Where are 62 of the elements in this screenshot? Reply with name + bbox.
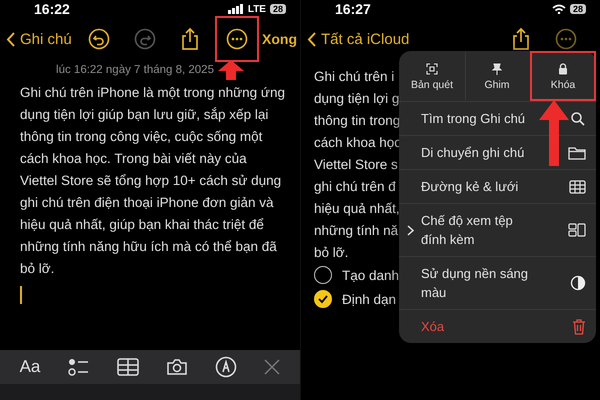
scan-action-button[interactable]: Bản quét [399,51,465,101]
format-button[interactable]: Aa [18,355,42,379]
pin-action-button[interactable]: Ghim [465,51,530,101]
note-timestamp: lúc 16:22 ngày 7 tháng 8, 2025 [56,64,214,76]
status-time: 16:27 [335,1,371,17]
contrast-icon [570,275,586,291]
close-icon [264,359,280,375]
signal-icon [228,4,244,14]
note-text-line: Ghi chú trên i [314,68,394,86]
battery-level: 28 [270,4,286,14]
menu-item[interactable]: Sử dụng nền sáng màu [399,256,596,309]
layout-icon [568,223,586,237]
menu-item[interactable]: Đường kẻ & lưới [399,169,596,203]
grid-icon [569,180,586,194]
checklist-item-label: Tạo danh [342,268,400,282]
menu-item[interactable]: Chế độ xem tệp đính kèm [399,203,596,256]
chevron-left-icon [6,32,15,46]
wifi-icon [552,4,566,14]
battery-level: 28 [570,4,586,14]
search-icon [570,110,586,126]
note-text-line: những tính nă [314,222,398,240]
done-button[interactable]: Xong [262,31,297,47]
checklist-icon [68,357,90,377]
checklist-item-label: Định dạn [342,292,396,306]
network-label: LTE [248,4,266,14]
share-icon [511,27,531,51]
undo-icon [88,28,110,50]
close-button[interactable] [262,357,282,377]
status-time: 16:22 [34,1,70,17]
camera-icon [166,358,188,376]
more-icon [226,28,248,50]
more-icon [555,28,577,50]
text-cursor [20,286,22,304]
trash-icon [572,318,586,334]
back-button[interactable]: Ghi chú [6,30,72,48]
scan-icon [426,63,438,75]
note-text-line: bỏ lỡ. [314,244,348,262]
folder-icon [568,146,586,160]
back-button[interactable]: Tất cả iCloud [307,30,410,48]
note-text: Ghi chú trên iPhone là một trong những ứng dụng tiện lợi giúp bạn lưu giữ, sắp xếp lại thông tin trong công việc, cuộc sống một cách khoa học. Trong bài viết này của Viettel Store sẽ tổng hợp 10+ cách sử dụng ghi chú trên điện thoại iPhone đơn giản và hiệu quả nhất, giúp bạn khai thác triệt để những tính năng hữu ích mà có thể bạn đã bỏ lỡ. [19,84,286,278]
note-text-line: hiệu quả nhất, [314,200,400,218]
redo-icon [134,28,156,50]
share-icon [180,27,200,51]
menu-item[interactable]: Xóa [399,309,596,343]
note-text-line: dụng tiện lợi g [314,90,400,108]
lock-icon [557,63,569,75]
table-button[interactable] [114,356,141,378]
check-icon [317,293,329,305]
checklist-checkbox[interactable] [314,290,332,308]
note-text-line: thông tin trong [314,112,400,130]
pin-icon [491,63,503,75]
table-icon [116,358,139,376]
note-text-line: Viettel Store s [314,156,398,174]
lock-action-button[interactable]: Khóa [530,51,596,101]
chevron-left-icon [307,32,316,46]
note-text-line: ghi chú trên đ [314,178,396,196]
more-button[interactable] [215,16,259,62]
arrow-annotation [539,100,569,166]
menu-item[interactable]: Tìm trong Ghi chú [399,102,596,135]
checklist-checkbox[interactable] [314,266,332,284]
arrow-annotation [218,60,244,80]
pen-tip-icon [215,356,238,378]
